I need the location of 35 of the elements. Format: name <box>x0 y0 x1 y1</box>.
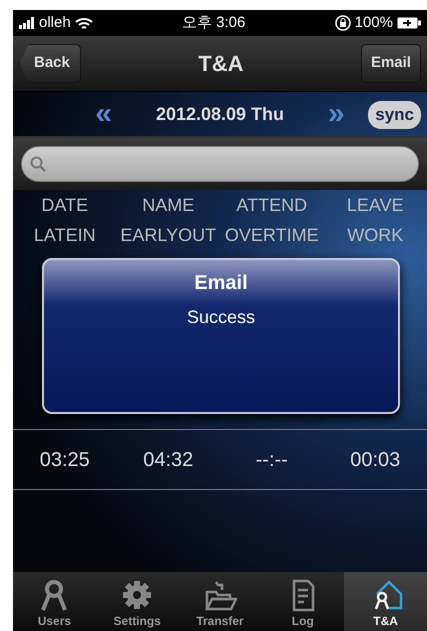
search-icon <box>30 156 46 172</box>
column-header: ATTEND <box>235 194 308 216</box>
table-cell-text: 00:03 <box>349 448 402 472</box>
column-header: NAME <box>141 194 196 216</box>
carrier-name: olleh <box>39 12 71 33</box>
tab-item[interactable]: Settings <box>96 572 179 631</box>
nav-title: T&A <box>198 50 244 78</box>
table-cell-text: 03:25 <box>38 448 91 472</box>
search-field[interactable] <box>21 146 419 182</box>
table-cell-text: --:-- <box>254 448 289 472</box>
battery-percent: 100% <box>354 12 393 33</box>
column-header: WORK <box>346 224 404 246</box>
column-header: OVERTIME <box>224 224 320 246</box>
column-header: LATEIN <box>32 224 97 246</box>
column-header: EARLYOUT <box>119 224 218 246</box>
table-cell-text: 04:32 <box>142 448 194 472</box>
tab-item[interactable]: T&A <box>344 572 427 631</box>
tab-item[interactable]: Log <box>261 572 344 631</box>
date-label: 2012.08.09 Thu <box>156 102 284 126</box>
signal-icon <box>19 17 35 29</box>
column-header: LEAVE <box>346 194 405 216</box>
back-button[interactable]: Back <box>19 44 81 83</box>
battery-icon <box>396 17 421 29</box>
status-time: 오후 3:06 <box>182 12 246 33</box>
tab-item[interactable]: Transfer <box>178 572 262 631</box>
wifi-icon <box>74 16 93 30</box>
previous-day-button[interactable]: « <box>91 99 116 129</box>
rotation-lock-icon <box>334 15 351 31</box>
email-button[interactable]: Email <box>360 44 421 83</box>
column-header: DATE <box>40 194 90 216</box>
tab-item[interactable]: Users <box>13 572 96 631</box>
alert-title: Email <box>193 271 249 296</box>
next-day-button[interactable]: » <box>324 99 349 129</box>
alert-message: Success <box>186 306 256 329</box>
sync-button[interactable]: sync <box>368 101 421 128</box>
